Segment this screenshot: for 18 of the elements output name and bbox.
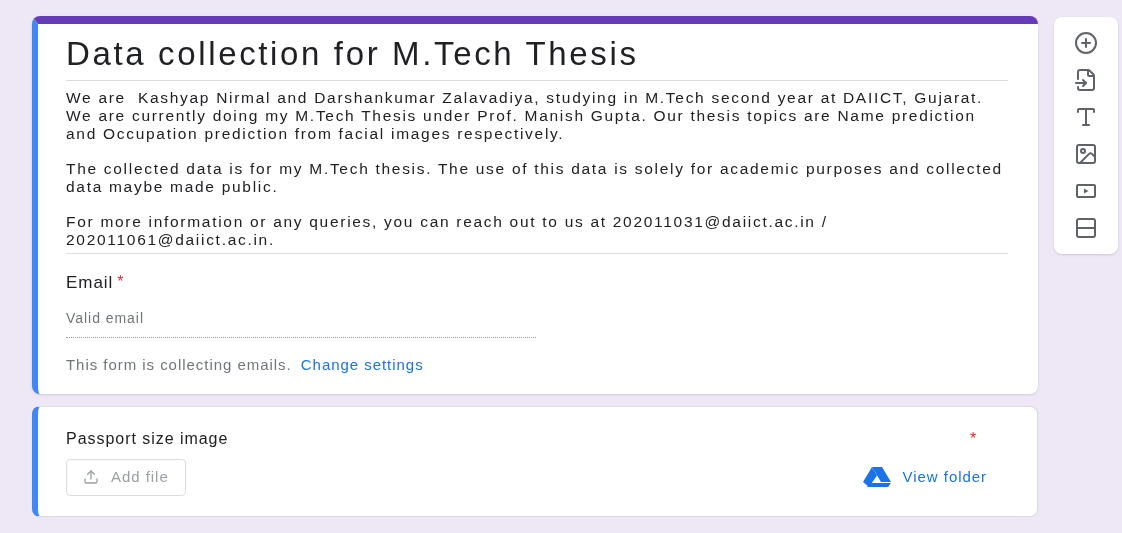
image-icon: [1074, 141, 1099, 166]
change-settings-link[interactable]: Change settings: [300, 355, 424, 373]
section-icon: [1074, 215, 1099, 240]
email-field[interactable]: Valid email: [66, 307, 536, 338]
required-asterisk: *: [117, 272, 125, 292]
question-title: Passport size image: [66, 429, 229, 449]
form-title: Data collection for M.Tech Thesis: [66, 34, 1009, 81]
required-asterisk: *: [969, 429, 978, 449]
form-description: We are Kashyap Nirmal and Darshankumar Zalavadiya, studying in M.Tech second year at DAIICT, Gujarat. We are currently doing my M.Tech Thesis under Prof. Manish Gupta. Our thesis topics are Name prediction and Occupation prediction from facial images respectively.: [66, 89, 985, 143]
add-question-icon: [1074, 31, 1099, 56]
form-description: The collected data is for my M.Tech thesis. The use of this data is solely for academic purposes and collected data maybe made public.: [66, 160, 1004, 196]
form-description: For more information or any queries, you can reach out to us at 202011031@daiict.ac.in / 202011061@daiict.ac.in.: [66, 213, 829, 249]
add-file-button[interactable]: Add file: [66, 459, 186, 496]
email-collection-note: This form is collecting emails. Change settings: [66, 354, 425, 375]
view-folder-link[interactable]: View folder: [862, 466, 988, 489]
drive-icon: [862, 467, 891, 488]
upload-icon: [83, 469, 99, 486]
email-label: Email: [66, 272, 114, 294]
